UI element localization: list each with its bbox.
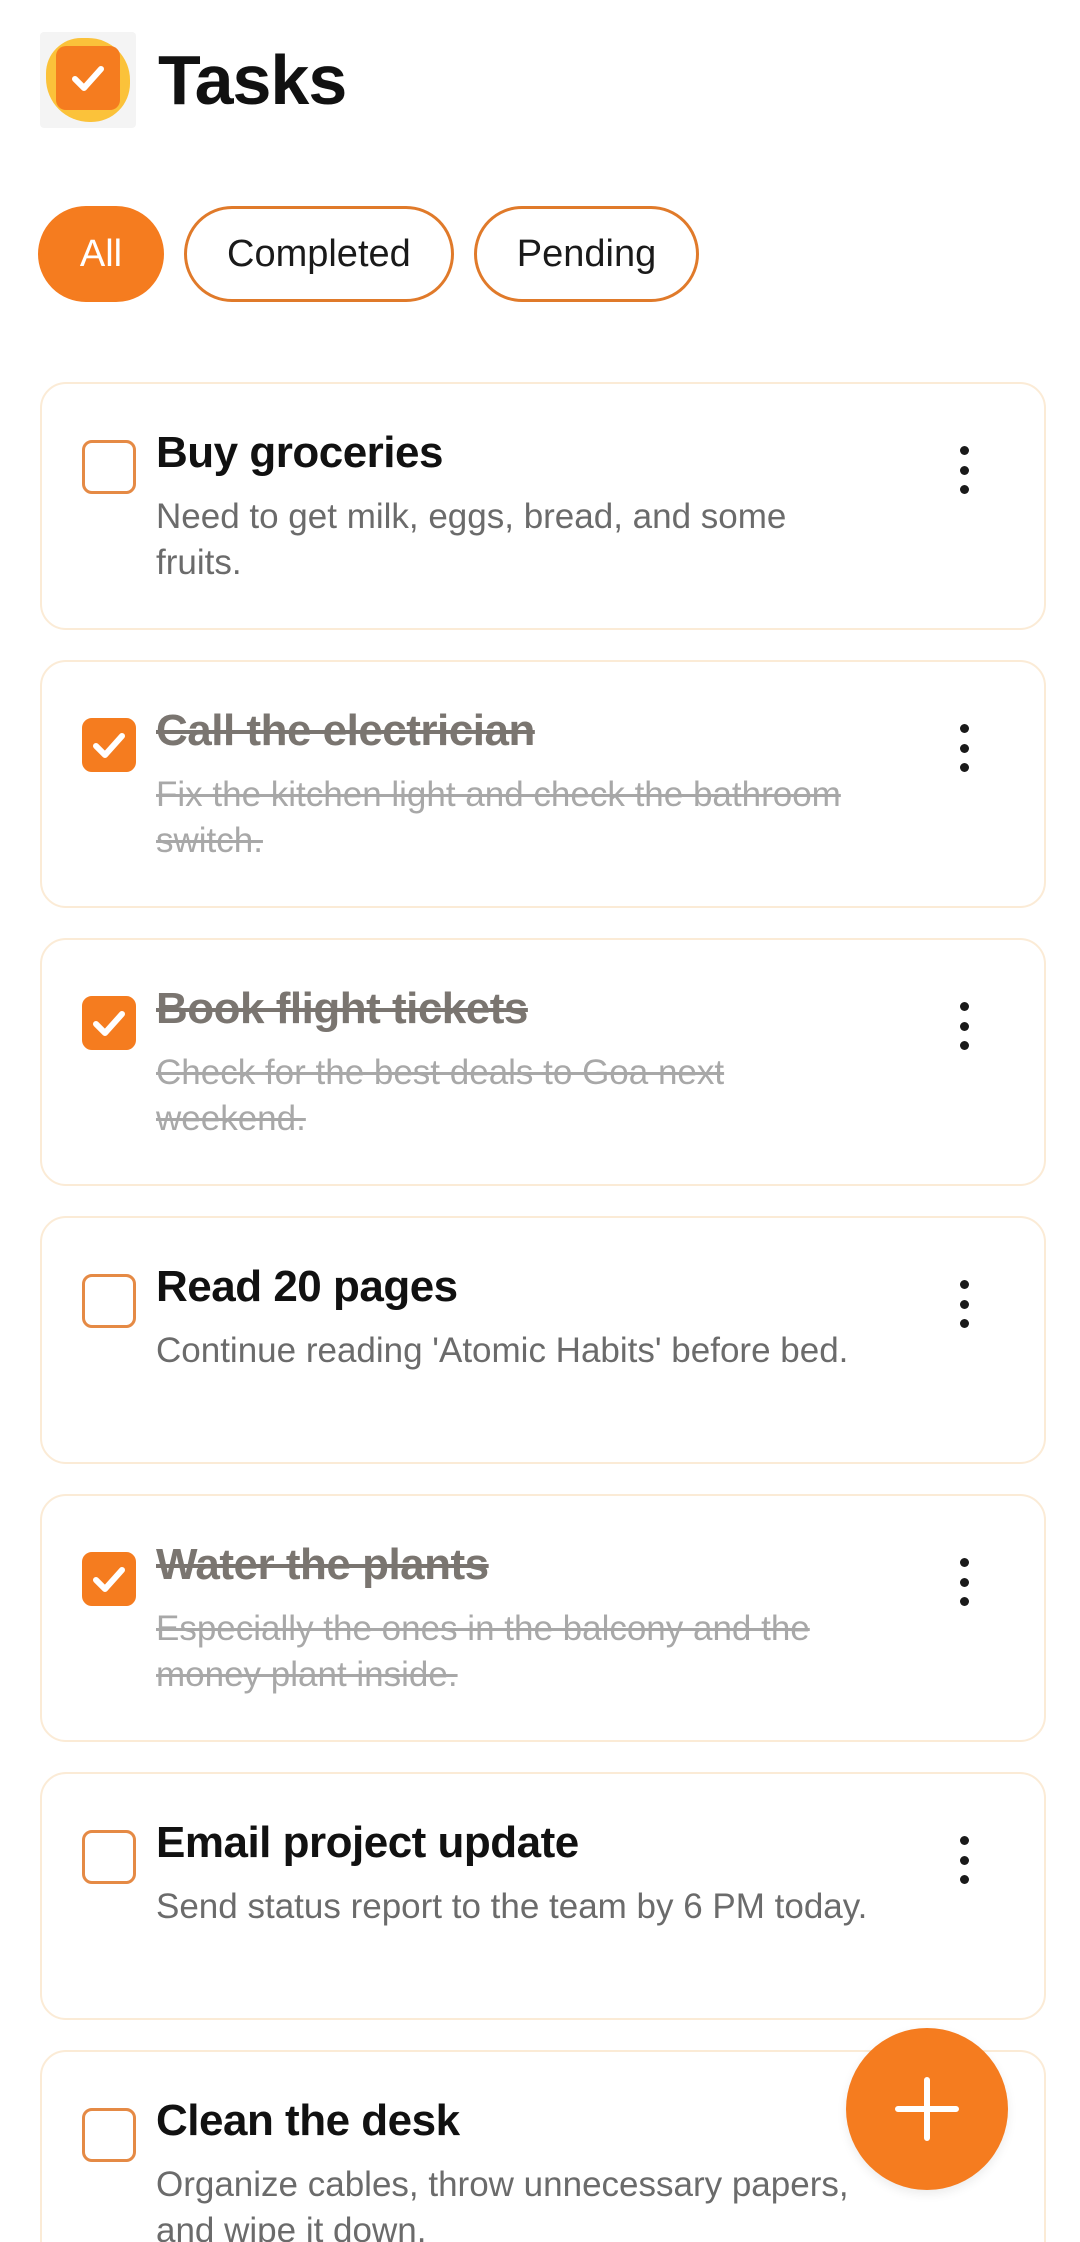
task-description: Organize cables, throw unnecessary paper…	[156, 2165, 849, 2242]
more-options-icon[interactable]	[944, 1274, 984, 1334]
task-title: Call the electrician	[156, 706, 535, 755]
task-description: Continue reading 'Atomic Habits' before …	[156, 1331, 849, 1370]
task-checkbox[interactable]	[82, 2108, 136, 2162]
more-options-icon[interactable]	[944, 718, 984, 778]
task-list: Buy groceries Need to get milk, eggs, br…	[40, 382, 1046, 2242]
task-checkbox[interactable]	[82, 1830, 136, 1884]
checkmark-icon	[93, 733, 125, 758]
task-title: Buy groceries	[156, 428, 443, 477]
task-description: Check for the best deals to Goa next wee…	[156, 1053, 725, 1138]
task-checkbox[interactable]	[82, 718, 136, 772]
task-checkbox[interactable]	[82, 1552, 136, 1606]
task-checkbox[interactable]	[82, 1274, 136, 1328]
task-card[interactable]: Book flight tickets Check for the best d…	[40, 938, 1046, 1186]
task-card[interactable]: Call the electrician Fix the kitchen lig…	[40, 660, 1046, 908]
checkmark-logo-icon	[40, 32, 136, 128]
task-title: Email project update	[156, 1818, 579, 1867]
plus-icon	[895, 2077, 959, 2141]
add-task-button[interactable]	[846, 2028, 1008, 2190]
task-checkbox[interactable]	[82, 996, 136, 1050]
filter-chip-completed[interactable]: Completed	[184, 206, 454, 302]
task-description: Send status report to the team by 6 PM t…	[156, 1887, 868, 1926]
task-card[interactable]: Read 20 pages Continue reading 'Atomic H…	[40, 1216, 1046, 1464]
task-description: Need to get milk, eggs, bread, and some …	[156, 497, 787, 582]
tasks-screen: Tasks All Completed Pending Buy grocerie…	[0, 0, 1080, 2242]
task-checkbox[interactable]	[82, 440, 136, 494]
more-options-icon[interactable]	[944, 1830, 984, 1890]
task-card[interactable]: Email project update Send status report …	[40, 1772, 1046, 2020]
more-options-icon[interactable]	[944, 1552, 984, 1612]
checkmark-icon	[93, 1011, 125, 1036]
app-header: Tasks	[40, 30, 347, 130]
page-title: Tasks	[158, 41, 347, 119]
task-description: Fix the kitchen light and check the bath…	[156, 775, 841, 860]
filter-chip-pending[interactable]: Pending	[473, 206, 700, 302]
task-title: Water the plants	[156, 1540, 489, 1589]
more-options-icon[interactable]	[944, 996, 984, 1056]
task-title: Read 20 pages	[156, 1262, 458, 1311]
more-options-icon[interactable]	[944, 440, 984, 500]
filter-chip-all[interactable]: All	[38, 206, 164, 302]
task-description: Especially the ones in the balcony and t…	[156, 1609, 810, 1694]
task-title: Clean the desk	[156, 2096, 460, 2145]
task-card[interactable]: Buy groceries Need to get milk, eggs, br…	[40, 382, 1046, 630]
task-title: Book flight tickets	[156, 984, 528, 1033]
checkmark-icon	[93, 1567, 125, 1592]
filter-chips: All Completed Pending	[38, 206, 700, 302]
task-card[interactable]: Water the plants Especially the ones in …	[40, 1494, 1046, 1742]
